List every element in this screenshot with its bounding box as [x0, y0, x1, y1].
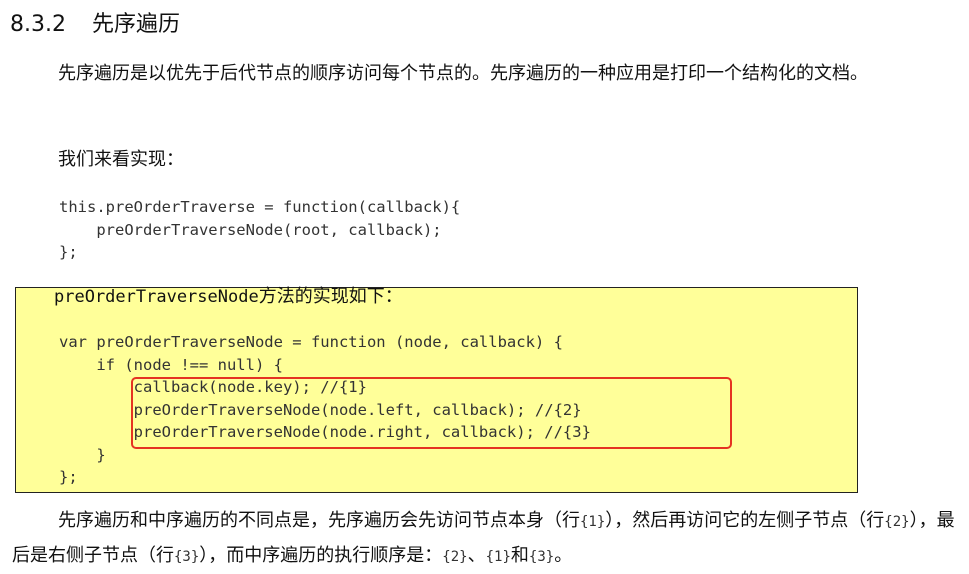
- text-run: 和: [510, 545, 529, 566]
- inline-code: {1}: [485, 549, 511, 565]
- code-line: };: [59, 468, 78, 486]
- text-run: 、: [467, 545, 486, 566]
- text-run: 先序遍历和中序遍历的不同点是，先序遍历会先访问节点本身（行: [58, 510, 580, 531]
- code-line: if (node !== null) {: [59, 355, 283, 374]
- intro-paragraph: 先序遍历是以优先于后代节点的顺序访问每个节点的。先序遍历的一种应用是打印一个结构…: [58, 63, 868, 84]
- inline-code: {2}: [442, 549, 468, 565]
- inline-code: {3}: [174, 549, 200, 565]
- section-number: 8.3.2: [10, 12, 66, 37]
- text-run: 。: [554, 545, 573, 566]
- inline-code: {2}: [884, 514, 910, 530]
- box-intro-text: preOrderTraverseNode方法的实现如下：: [54, 284, 403, 310]
- inline-code: {3}: [528, 549, 555, 565]
- code-line: }: [59, 445, 106, 464]
- text-run: ），而中序遍历的执行顺序是：: [199, 545, 443, 566]
- code-block-traverse: this.preOrderTraverse = function(callbac…: [59, 196, 460, 264]
- code-line: var preOrderTraverseNode = function (nod…: [59, 333, 563, 351]
- text-run: ），然后再访问它的左侧子节点（行: [605, 510, 885, 531]
- box-intro-code-term: preOrderTraverseNode: [54, 287, 259, 307]
- red-highlight-box: [131, 377, 732, 449]
- inline-code: {1}: [580, 514, 606, 530]
- code-line: };: [59, 243, 78, 261]
- box-intro-label: 方法的实现如下：: [258, 286, 403, 307]
- closing-paragraph: 先序遍历和中序遍历的不同点是，先序遍历会先访问节点本身（行{1}），然后再访问它…: [12, 504, 957, 574]
- lead-in-text: 我们来看实现：: [58, 149, 184, 170]
- code-line: preOrderTraverseNode(root, callback);: [59, 220, 442, 239]
- section-heading: 8.3.2 先序遍历: [10, 6, 180, 38]
- section-title: 先序遍历: [91, 12, 180, 37]
- code-line: this.preOrderTraverse = function(callbac…: [59, 198, 461, 216]
